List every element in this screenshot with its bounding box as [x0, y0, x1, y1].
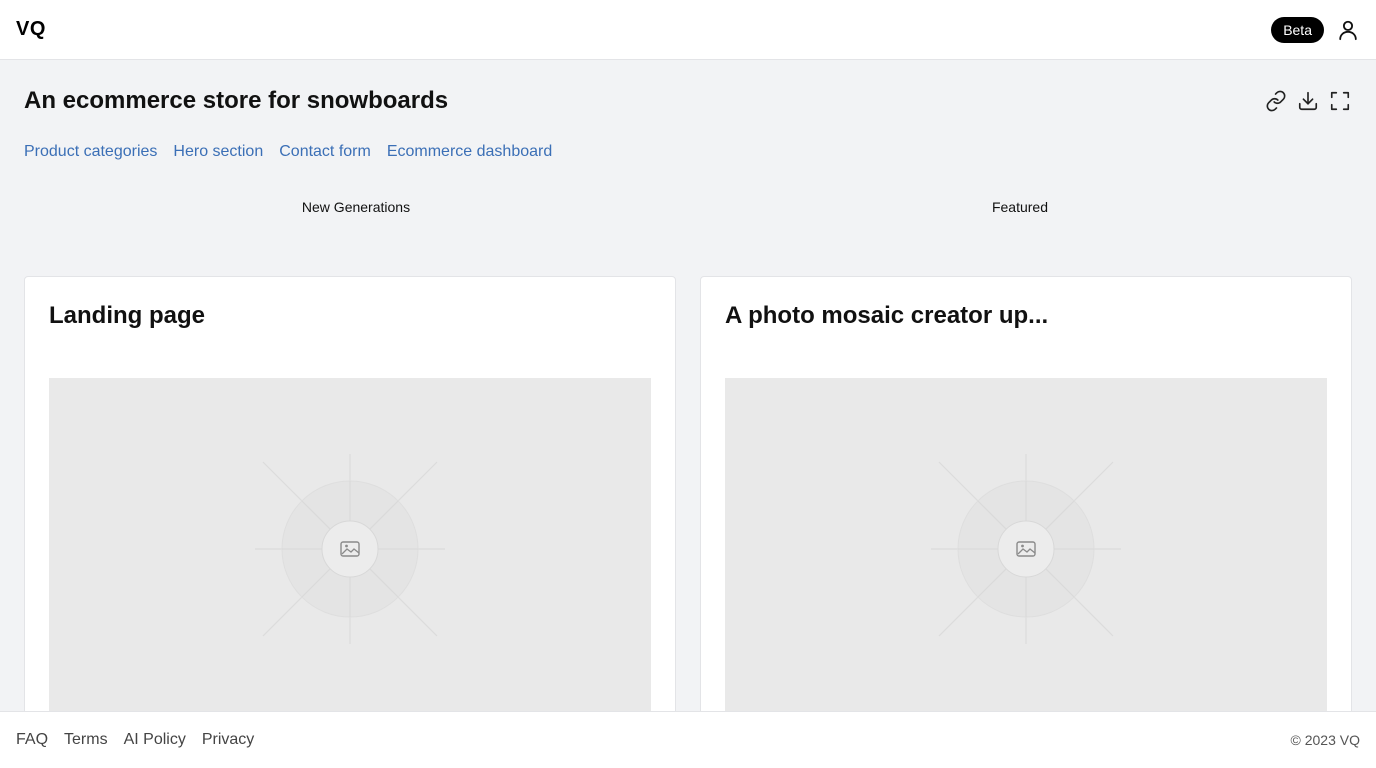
tag-ecommerce-dashboard[interactable]: Ecommerce dashboard [387, 143, 552, 161]
card-photo-mosaic[interactable]: A photo mosaic creator up... [700, 276, 1352, 711]
footer-link-terms[interactable]: Terms [64, 731, 108, 749]
main-content: An ecommerce store for snowboards Produc… [0, 61, 1376, 711]
footer-link-privacy[interactable]: Privacy [202, 731, 254, 749]
tag-contact-form[interactable]: Contact form [279, 143, 371, 161]
footer-link-faq[interactable]: FAQ [16, 731, 48, 749]
logo[interactable]: VQ [16, 18, 46, 41]
user-icon[interactable] [1336, 18, 1360, 42]
tag-links: Product categories Hero section Contact … [24, 143, 552, 161]
page-title: An ecommerce store for snowboards [24, 87, 449, 114]
card-image-placeholder [49, 378, 651, 711]
card-list: Landing page A photo mosaic creator up..… [24, 276, 1352, 711]
card-title: Landing page [49, 302, 205, 329]
card-image-placeholder [725, 378, 1327, 711]
image-placeholder-icon [255, 454, 445, 644]
top-bar: VQ Beta [0, 0, 1376, 60]
column-headers: New Generations Featured [24, 199, 1352, 215]
action-toolbar [1264, 89, 1352, 113]
column-header-new-generations: New Generations [301, 199, 411, 215]
copyright: © 2023 VQ [1290, 732, 1360, 748]
title-row: An ecommerce store for snowboards [24, 85, 1352, 117]
card-landing-page[interactable]: Landing page [24, 276, 676, 711]
tag-hero-section[interactable]: Hero section [173, 143, 263, 161]
link-icon[interactable] [1264, 89, 1288, 113]
footer-link-ai-policy[interactable]: AI Policy [124, 731, 186, 749]
top-bar-right: Beta [1271, 16, 1360, 43]
tag-product-categories[interactable]: Product categories [24, 143, 157, 161]
fullscreen-icon[interactable] [1328, 89, 1352, 113]
beta-badge: Beta [1271, 16, 1324, 43]
footer-links: FAQ Terms AI Policy Privacy [16, 731, 254, 749]
image-placeholder-icon [931, 454, 1121, 644]
card-title: A photo mosaic creator up... [725, 302, 1049, 329]
download-icon[interactable] [1296, 89, 1320, 113]
footer: FAQ Terms AI Policy Privacy © 2023 VQ [0, 711, 1376, 768]
column-header-featured: Featured [991, 199, 1049, 215]
